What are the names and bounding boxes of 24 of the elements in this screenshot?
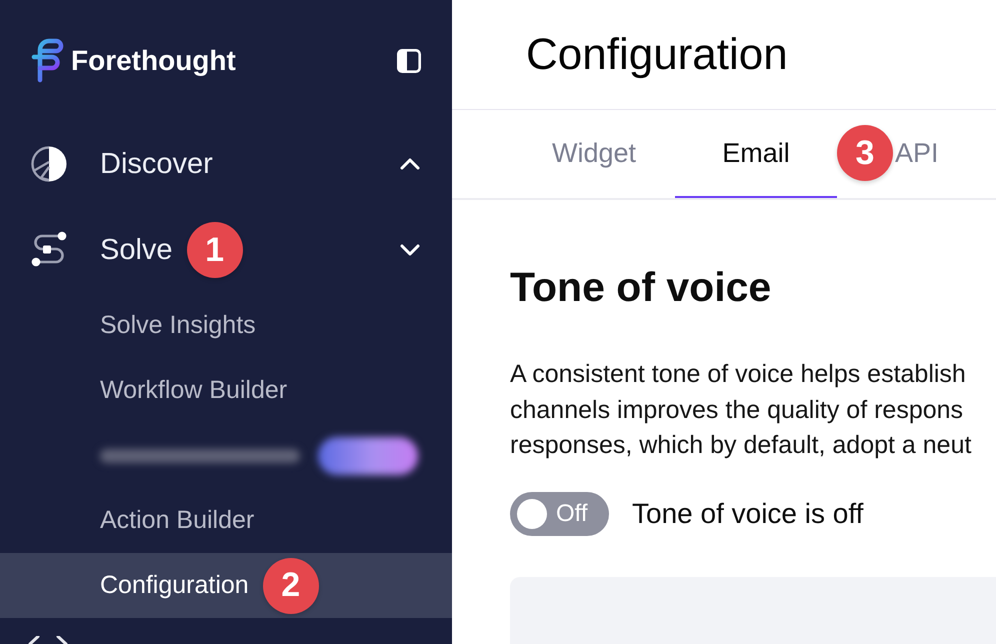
tab[interactable]: Widget <box>513 110 675 198</box>
section-description: A consistent tone of voice helps establish channels improves the quality of respons responses, which by default, adopt a neut <box>510 359 972 461</box>
nav-subitem[interactable]: Action Builder <box>0 488 452 553</box>
nav-subitem[interactable]: Solve Insights <box>0 293 452 358</box>
panel-icon <box>397 48 421 72</box>
tab[interactable]: Email <box>675 110 837 198</box>
brand-name: Forethought <box>71 44 236 76</box>
step-badge: 2 <box>262 558 319 614</box>
section-heading: Tone of voice <box>510 263 772 311</box>
nav-item[interactable]: Solve 1 <box>0 207 452 293</box>
tab[interactable]: API <box>893 110 961 198</box>
page-title: Configuration <box>526 30 788 80</box>
toggle-label: Tone of voice is off <box>632 498 864 530</box>
nav-subitem[interactable]: Workflow Builder <box>0 358 452 423</box>
sidebar-toggle-button[interactable] <box>397 48 421 72</box>
angle-brackets-icon <box>26 636 70 644</box>
nav-subitem[interactable]: Configuration 2 <box>0 553 452 618</box>
step-badge: 1 <box>186 222 243 278</box>
workflow-icon <box>30 231 68 269</box>
pie-chart-icon <box>30 145 68 183</box>
step-badge: 3 <box>837 125 893 181</box>
nav-item[interactable]: Discover <box>0 121 452 207</box>
toggle-knob <box>517 498 547 528</box>
logo-icon <box>30 38 66 84</box>
